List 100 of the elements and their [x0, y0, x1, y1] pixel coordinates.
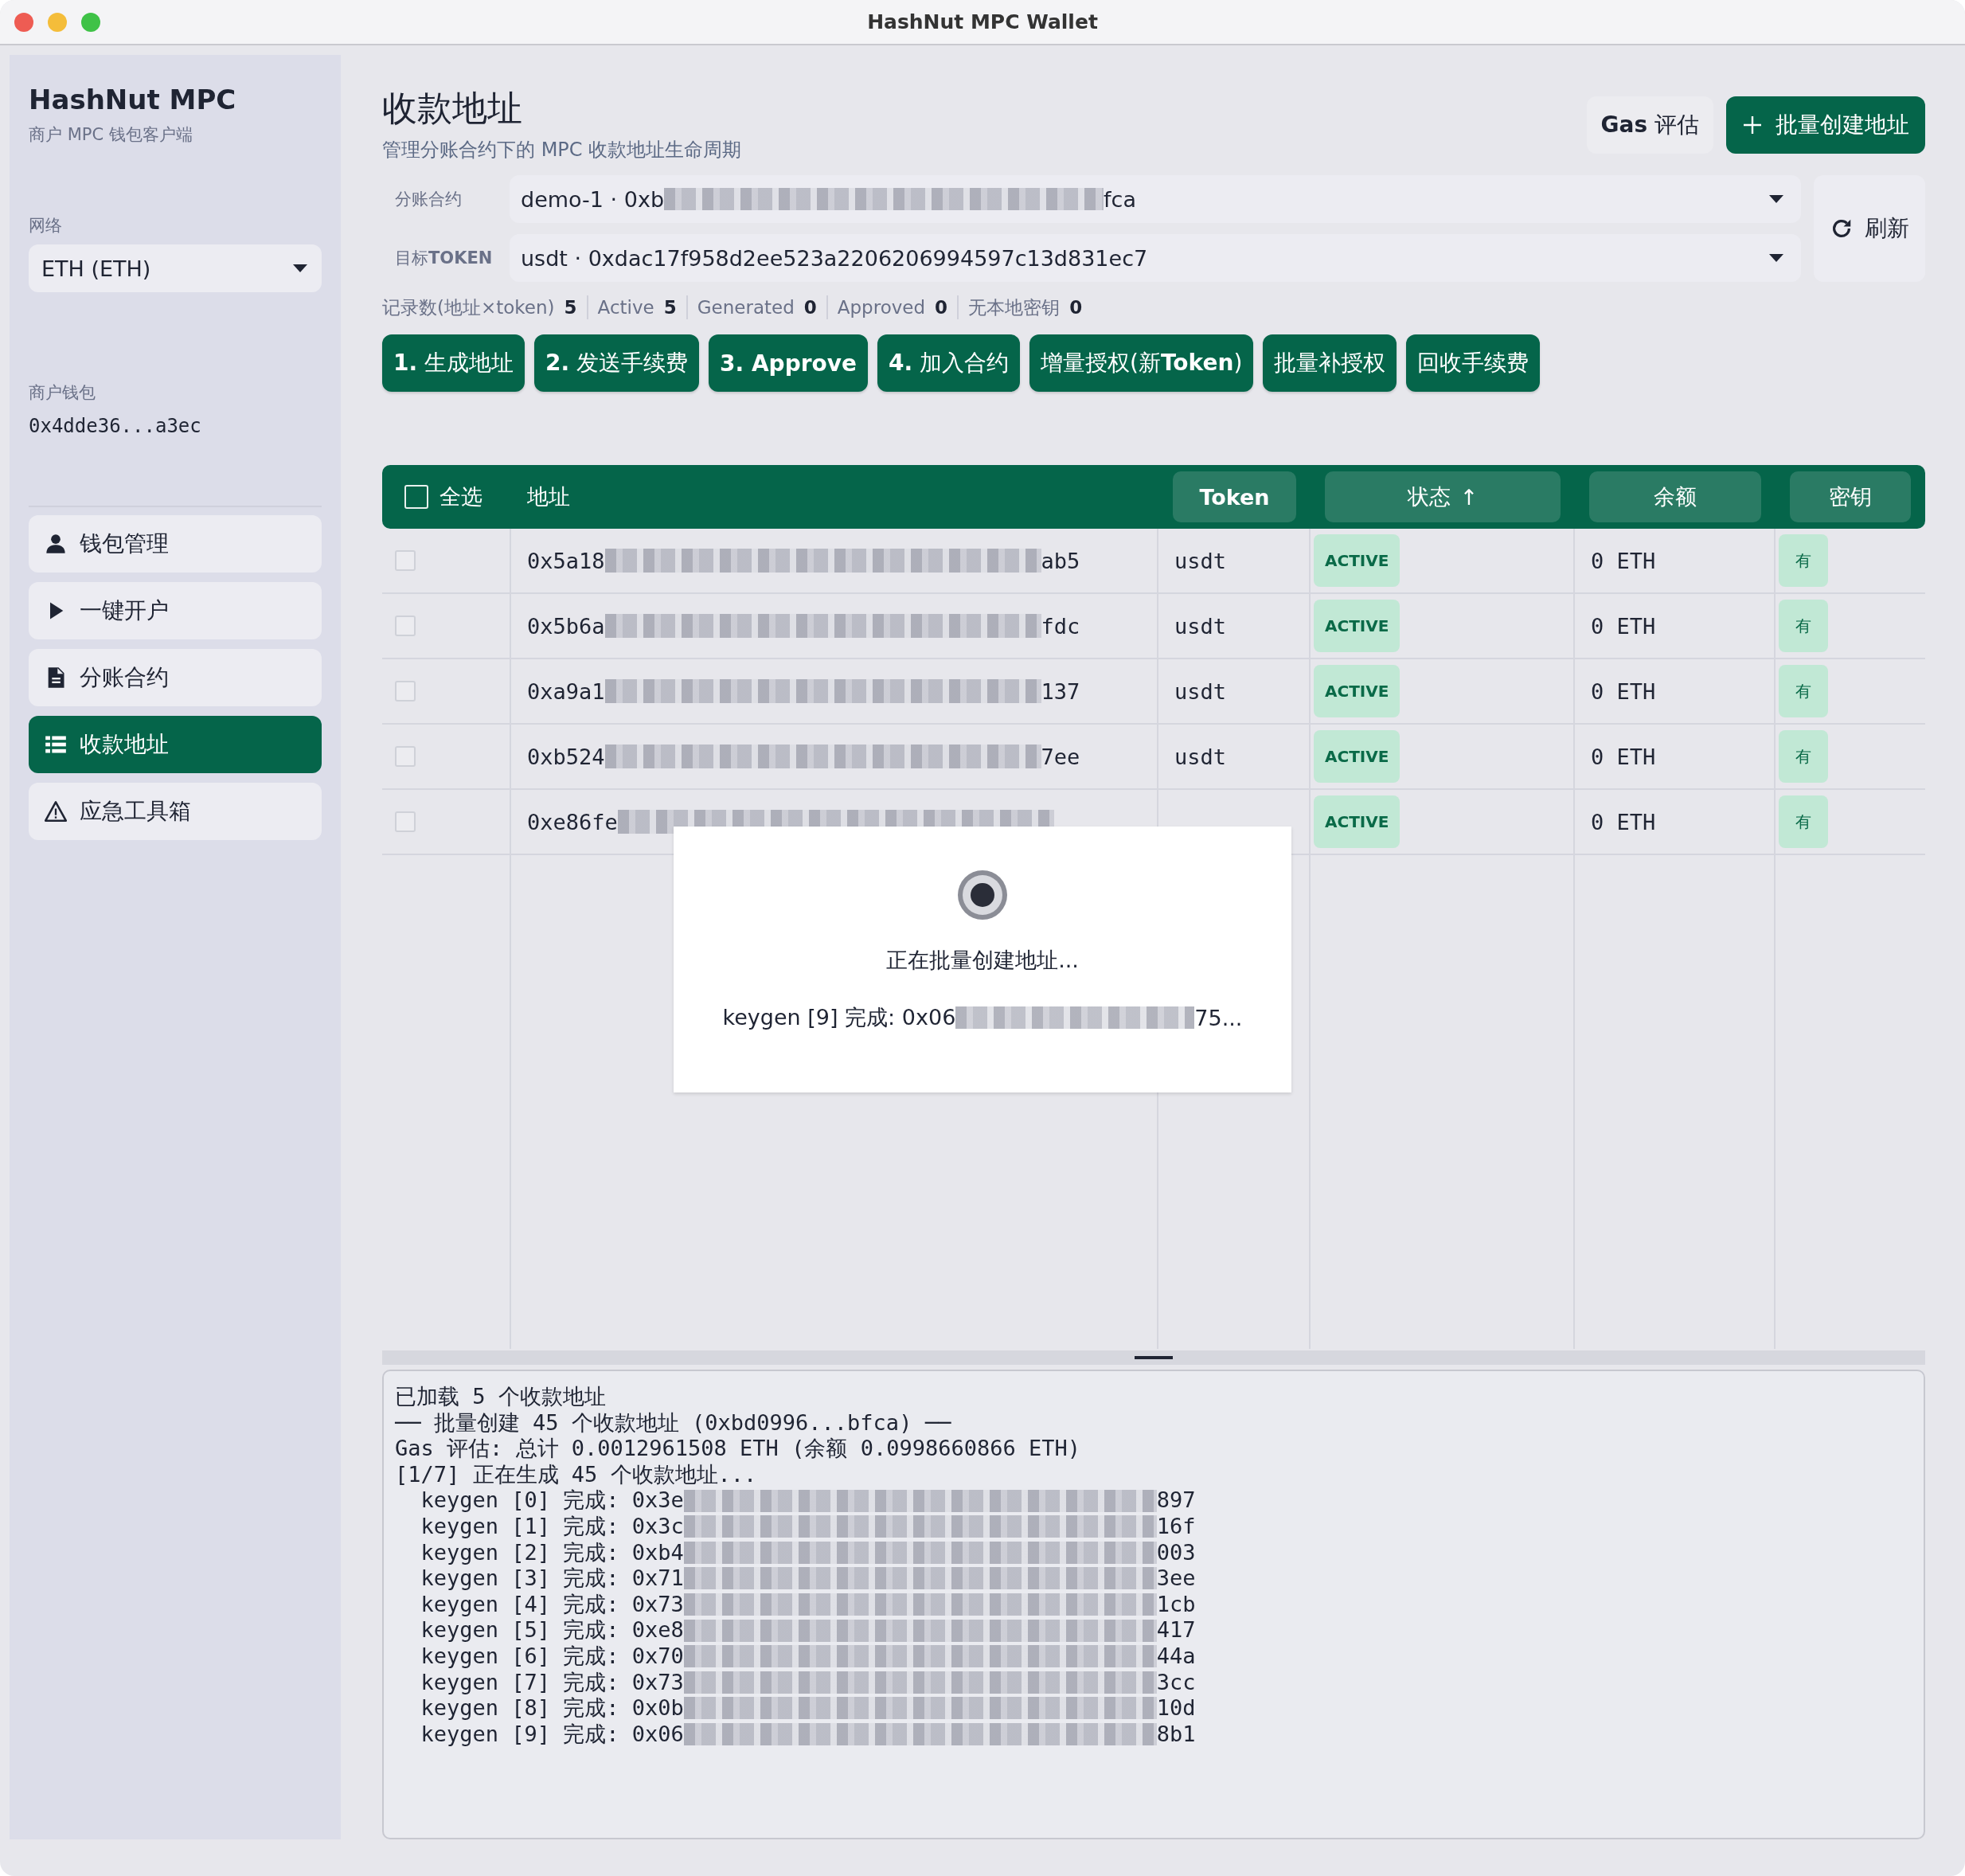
log-line: keygen [9] 完成: 0x06 — [420, 1721, 684, 1748]
action-button[interactable]: 增量授权(新Token) — [1029, 334, 1254, 392]
app-subtitle: 商户 MPC 钱包客户端 — [29, 124, 193, 146]
spinner-icon — [955, 868, 1010, 922]
stat-value: 5 — [564, 297, 577, 318]
log-line: 已加载 5 个收款地址 — [395, 1384, 606, 1410]
action-button[interactable]: 批量补授权 — [1263, 334, 1397, 392]
checkbox[interactable] — [395, 746, 416, 767]
progress-text: 75... — [1194, 1005, 1243, 1030]
close-light[interactable] — [14, 12, 33, 32]
wallet-address: 0x4dde36...a3ec — [29, 415, 202, 437]
log-line: 897 — [1156, 1487, 1196, 1514]
action-button[interactable]: 2. 发送手续费 — [534, 334, 700, 392]
stat-label: Generated — [697, 297, 795, 318]
log-line: keygen [7] 完成: 0x73 — [420, 1669, 684, 1696]
checkbox[interactable] — [395, 681, 416, 702]
key-badge: 有 — [1779, 600, 1828, 652]
warning-icon — [45, 800, 67, 823]
address-text: 0x5a18 — [527, 548, 605, 573]
action-button[interactable]: 3. Approve — [709, 334, 868, 392]
log-line: 10d — [1156, 1695, 1196, 1722]
select-field[interactable]: demo-1 · 0xb fca — [510, 175, 1801, 223]
field-label: 目标TOKEN — [394, 248, 494, 269]
column-header[interactable]: Token — [1173, 471, 1296, 522]
sidebar-item[interactable]: 分账合约 — [29, 649, 322, 706]
select-value: usdt · 0xdac17f958d2ee523a2206206994597c13d831ec7 — [521, 245, 1148, 271]
caret-icon — [293, 264, 307, 272]
zoom-light[interactable] — [81, 12, 100, 32]
gas-estimate-button[interactable]: Gas 评估 — [1586, 96, 1713, 154]
log-line: [1/7] 正在生成 45 个收款地址... — [395, 1461, 757, 1488]
table-cell: 0 ETH — [1575, 594, 1776, 659]
table-cell: usdt — [1158, 659, 1311, 725]
log-line: Gas 评估: 总计 0.0012961508 ETH (余额 0.0998660866 ETH) — [395, 1436, 1080, 1462]
refresh-button[interactable]: 刷新 — [1814, 175, 1925, 282]
address-text: 0xa9a1 — [527, 678, 605, 704]
action-button[interactable]: 回收手续费 — [1406, 334, 1541, 392]
field-label: 网络 — [29, 215, 63, 236]
log-line: 8b1 — [1156, 1721, 1196, 1748]
column-header[interactable]: 状态 ↑ — [1325, 471, 1561, 522]
status-badge: ACTIVE — [1314, 730, 1401, 783]
column-header[interactable]: 余额 — [1589, 471, 1761, 522]
log-line: keygen [2] 完成: 0xb4 — [420, 1539, 684, 1566]
stat-value: 0 — [803, 297, 817, 318]
page-subtitle: 管理分账合约下的 MPC 收款地址生命周期 — [382, 138, 742, 162]
action-button[interactable]: 4. 加入合约 — [877, 334, 1020, 392]
key-badge: 有 — [1779, 795, 1828, 848]
stat-label: Approved — [837, 297, 926, 318]
create-button[interactable]: 批量创建地址 — [1726, 96, 1925, 154]
status-badge: ACTIVE — [1314, 665, 1401, 717]
app-name: HashNut MPC — [29, 84, 237, 115]
window-title: HashNut MPC Wallet — [867, 10, 1098, 33]
column-header: 地址 — [527, 483, 570, 510]
log-line: keygen [4] 完成: 0x73 — [420, 1591, 684, 1618]
address-text: 0xe86fe — [527, 809, 618, 834]
person-icon — [45, 533, 67, 555]
splitter-bar[interactable] — [382, 1350, 1925, 1365]
sidebar-item[interactable]: 钱包管理 — [29, 515, 322, 573]
sidebar-item[interactable]: 收款地址 — [29, 716, 322, 773]
stat-label: 无本地密钥 — [968, 295, 1061, 319]
table-cell: 0 ETH — [1575, 659, 1776, 725]
checkbox[interactable] — [395, 550, 416, 571]
log-line: 16f — [1156, 1513, 1196, 1540]
status-badge: ACTIVE — [1314, 600, 1401, 652]
log-line: keygen [3] 完成: 0x71 — [420, 1565, 684, 1592]
field-label: 分账合约 — [394, 189, 463, 210]
key-badge: 有 — [1779, 665, 1828, 717]
log-line: keygen [5] 完成: 0xe8 — [420, 1617, 684, 1643]
table-cell: 0 ETH — [1575, 529, 1776, 594]
table-cell: 0 ETH — [1575, 790, 1776, 855]
address-text: ab5 — [1041, 548, 1080, 573]
sidebar-item[interactable]: 应急工具箱 — [29, 783, 322, 840]
column-header[interactable]: 密钥 — [1790, 471, 1911, 522]
status-badge: ACTIVE — [1314, 795, 1401, 848]
minimize-light[interactable] — [48, 12, 67, 32]
progress-text: keygen [9] 完成: 0x06 — [722, 1004, 956, 1031]
stat-value: 5 — [663, 297, 677, 318]
address-text: 137 — [1041, 678, 1080, 704]
field-label: 商户钱包 — [29, 382, 96, 404]
table-cell: usdt — [1158, 529, 1311, 594]
dialog-message: 正在批量创建地址... — [886, 947, 1079, 974]
table-cell: 0 ETH — [1575, 725, 1776, 790]
address-text: 7ee — [1041, 744, 1080, 769]
sidebar-item[interactable]: 一键开户 — [29, 582, 322, 639]
log-line: ── 批量创建 45 个收款地址 (0xbd0996...bfca) ── — [395, 1409, 951, 1436]
log-line: keygen [0] 完成: 0x3e — [420, 1487, 684, 1514]
grip-handle[interactable] — [1135, 1356, 1173, 1359]
table-cell: usdt — [1158, 594, 1311, 659]
address-text: 0xb524 — [527, 744, 605, 769]
log-line: keygen [6] 完成: 0x70 — [420, 1643, 684, 1670]
network-dropdown[interactable]: ETH (ETH) — [29, 244, 322, 292]
action-button[interactable]: 1. 生成地址 — [382, 334, 525, 392]
stat-value: 0 — [935, 297, 948, 318]
checkbox[interactable] — [395, 811, 416, 832]
log-line: 417 — [1156, 1617, 1196, 1643]
key-badge: 有 — [1779, 730, 1828, 783]
select-field[interactable]: usdt · 0xdac17f958d2ee523a2206206994597c13d831ec7 — [510, 234, 1801, 282]
log-line: 003 — [1156, 1539, 1196, 1566]
checkbox[interactable] — [395, 616, 416, 636]
key-badge: 有 — [1779, 534, 1828, 587]
page-title: 收款地址 — [382, 87, 523, 130]
